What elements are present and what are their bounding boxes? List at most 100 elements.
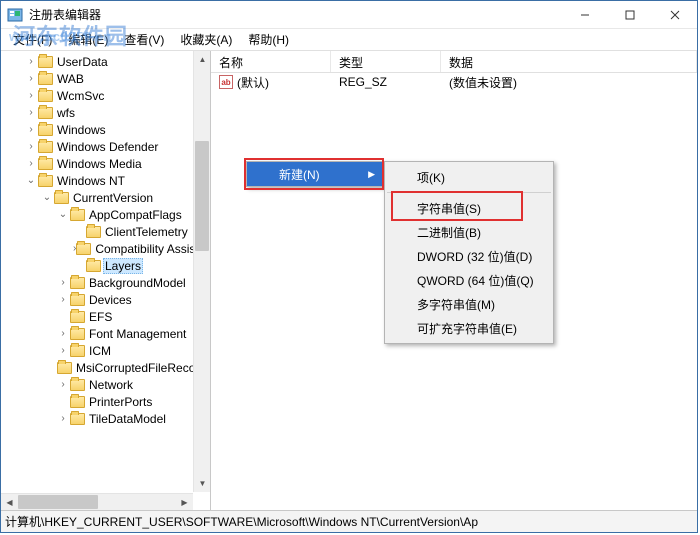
col-data[interactable]: 数据 xyxy=(441,51,697,72)
ctx-multi[interactable]: 多字符串值(M) xyxy=(385,292,553,316)
tree-scrollbar-h[interactable]: ◀ ▶ xyxy=(1,493,193,510)
window-frame: 注册表编辑器 文件(F) 编辑(E) 查看(V) 收藏夹(A) 帮助(H) 河东… xyxy=(0,0,698,533)
folder-icon xyxy=(37,140,53,154)
tree-pane[interactable]: ›UserData›WAB›WcmSvc›wfs›Windows›Windows… xyxy=(1,51,211,510)
tree-label: UserData xyxy=(55,55,110,69)
menu-edit[interactable]: 编辑(E) xyxy=(60,29,116,50)
ctx-key[interactable]: 项(K) xyxy=(385,165,553,189)
collapse-icon[interactable]: ⌄ xyxy=(57,209,69,220)
expand-icon[interactable]: › xyxy=(25,141,37,152)
status-path: 计算机\HKEY_CURRENT_USER\SOFTWARE\Microsoft… xyxy=(5,513,478,530)
tree-label: Windows NT xyxy=(55,174,127,188)
tree-label: WcmSvc xyxy=(55,89,106,103)
tree-item[interactable]: EFS xyxy=(1,308,210,325)
tree-label: MsiCorruptedFileRecovery xyxy=(74,361,211,375)
collapse-icon[interactable]: ⌄ xyxy=(41,192,53,203)
expand-icon[interactable]: › xyxy=(25,158,37,169)
scroll-thumb[interactable] xyxy=(195,141,209,251)
folder-icon xyxy=(37,157,53,171)
tree-item[interactable]: › Font Management xyxy=(1,325,210,342)
ctx-new[interactable]: 新建(N) ▶ xyxy=(247,162,383,186)
close-button[interactable] xyxy=(652,1,697,28)
tree-label: Devices xyxy=(87,293,134,307)
expand-icon[interactable]: › xyxy=(57,345,69,356)
expand-icon[interactable]: › xyxy=(57,328,69,339)
tree-item[interactable]: ⌄ Windows NT xyxy=(1,172,210,189)
tree-scrollbar-v[interactable]: ▲ ▼ xyxy=(193,51,210,492)
ctx-expand[interactable]: 可扩充字符串值(E) xyxy=(385,316,553,340)
expand-icon[interactable]: › xyxy=(57,379,69,390)
window-title: 注册表编辑器 xyxy=(29,6,562,23)
tree-item[interactable]: › wfs xyxy=(1,104,210,121)
tree-label: ClientTelemetry xyxy=(103,225,190,239)
scroll-up-icon[interactable]: ▲ xyxy=(194,51,211,68)
content-area: ›UserData›WAB›WcmSvc›wfs›Windows›Windows… xyxy=(1,51,697,510)
folder-icon xyxy=(69,378,85,392)
window-controls xyxy=(562,1,697,28)
tree-item[interactable]: ›Windows Media xyxy=(1,155,210,172)
scroll-right-icon[interactable]: ▶ xyxy=(176,494,193,510)
scroll-thumb-h[interactable] xyxy=(18,495,98,509)
tree-item[interactable]: ›Compatibility Assistant xyxy=(1,240,210,257)
folder-icon xyxy=(69,412,85,426)
tree-item[interactable]: ›TileDataModel xyxy=(1,410,210,427)
tree-item[interactable]: ClientTelemetry xyxy=(1,223,210,240)
folder-icon xyxy=(57,361,72,375)
tree-item[interactable]: ›BackgroundModel xyxy=(1,274,210,291)
tree-label: wfs xyxy=(55,106,77,120)
folder-icon xyxy=(69,276,85,290)
tree-item[interactable]: › ICM xyxy=(1,342,210,359)
expand-icon[interactable]: › xyxy=(57,294,69,305)
expand-icon[interactable]: › xyxy=(57,277,69,288)
regedit-icon xyxy=(7,7,23,23)
tree-item[interactable]: MsiCorruptedFileRecovery xyxy=(1,359,210,376)
expand-icon[interactable]: › xyxy=(57,413,69,424)
tree-item[interactable]: ⌄CurrentVersion xyxy=(1,189,210,206)
tree-label: ICM xyxy=(87,344,113,358)
menu-view[interactable]: 查看(V) xyxy=(116,29,172,50)
scroll-down-icon[interactable]: ▼ xyxy=(194,475,211,492)
tree-label: PrinterPorts xyxy=(87,395,154,409)
tree-item[interactable]: › Devices xyxy=(1,291,210,308)
col-name[interactable]: 名称 xyxy=(211,51,331,72)
titlebar[interactable]: 注册表编辑器 xyxy=(1,1,697,29)
tree-item[interactable]: › UserData xyxy=(1,53,210,70)
expand-icon[interactable]: › xyxy=(25,73,37,84)
tree-item[interactable]: ›Windows Defender xyxy=(1,138,210,155)
maximize-button[interactable] xyxy=(607,1,652,28)
ctx-string[interactable]: 字符串值(S) xyxy=(385,196,553,220)
list-row[interactable]: ab (默认) REG_SZ (数值未设置) xyxy=(211,73,697,91)
statusbar: 计算机\HKEY_CURRENT_USER\SOFTWARE\Microsoft… xyxy=(1,510,697,532)
ctx-qword[interactable]: QWORD (64 位)值(Q) xyxy=(385,268,553,292)
expand-icon[interactable]: › xyxy=(25,107,37,118)
tree-item[interactable]: › Network xyxy=(1,376,210,393)
expand-icon[interactable]: › xyxy=(25,56,37,67)
menu-help[interactable]: 帮助(H) xyxy=(240,29,297,50)
ctx-dword[interactable]: DWORD (32 位)值(D) xyxy=(385,244,553,268)
folder-icon xyxy=(69,208,85,222)
tree-item[interactable]: › WcmSvc xyxy=(1,87,210,104)
registry-tree[interactable]: ›UserData›WAB›WcmSvc›wfs›Windows›Windows… xyxy=(1,51,210,429)
tree-item[interactable]: ›WAB xyxy=(1,70,210,87)
tree-item[interactable]: PrinterPorts xyxy=(1,393,210,410)
context-menu-1: 新建(N) ▶ xyxy=(246,161,384,187)
expand-icon[interactable]: › xyxy=(25,124,37,135)
menu-favorites[interactable]: 收藏夹(A) xyxy=(172,29,240,50)
collapse-icon[interactable]: ⌄ xyxy=(25,175,37,186)
col-type[interactable]: 类型 xyxy=(331,51,441,72)
tree-item[interactable]: ⌄AppCompatFlags xyxy=(1,206,210,223)
scroll-left-icon[interactable]: ◀ xyxy=(1,494,18,510)
ctx-binary[interactable]: 二进制值(B) xyxy=(385,220,553,244)
expand-icon[interactable]: › xyxy=(25,90,37,101)
tree-item[interactable]: Layers xyxy=(1,257,210,274)
list-pane[interactable]: 名称 类型 数据 ab (默认) REG_SZ (数值未设置) 新建(N) ▶ xyxy=(211,51,697,510)
tree-item[interactable]: ›Windows xyxy=(1,121,210,138)
folder-icon xyxy=(85,259,101,273)
tree-label: Font Management xyxy=(87,327,188,341)
tree-label: Network xyxy=(87,378,135,392)
menu-file[interactable]: 文件(F) xyxy=(5,29,60,50)
minimize-button[interactable] xyxy=(562,1,607,28)
separator xyxy=(387,192,551,193)
folder-icon xyxy=(85,225,101,239)
folder-icon xyxy=(37,174,53,188)
